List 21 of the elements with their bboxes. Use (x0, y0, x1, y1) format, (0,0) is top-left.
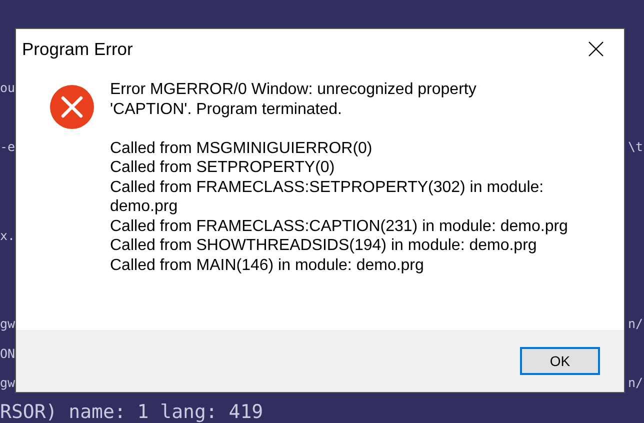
ok-button[interactable]: OK (520, 347, 600, 375)
terminal-text: n/ (628, 374, 643, 392)
error-icon (49, 84, 95, 130)
close-icon[interactable] (588, 41, 604, 57)
terminal-text: gw (0, 315, 16, 333)
error-message: Error MGERROR/0 Window: unrecognized property 'CAPTION'. Program terminated. (110, 80, 478, 119)
terminal-text: x. (0, 226, 16, 244)
call-trace-line: Called from FRAMECLASS:SETPROPERTY(302) in module: demo.prg (110, 178, 545, 216)
terminal-text: ON (0, 344, 16, 362)
terminal-text: RSOR) name: 1 lang: 419 (0, 400, 264, 423)
terminal-text: ou (0, 79, 16, 97)
call-trace-line: Called from MSGMINIGUIERROR(0) (110, 138, 374, 158)
terminal-text: n/ (628, 315, 643, 333)
call-trace-line: Called from SETPROPERTY(0) (110, 158, 336, 178)
call-trace-line: Called from MAIN(146) in module: demo.prg (110, 256, 425, 275)
window-title: Program Error (22, 38, 133, 60)
terminal-text: \t (628, 138, 643, 156)
terminal-text: gw (0, 374, 16, 392)
terminal-text: -e (0, 138, 16, 156)
call-trace-line: Called from SHOWTHREADSIDS(194) in module: demo.prg (110, 236, 538, 256)
call-trace-line: Called from FRAMECLASS:CAPTION(231) in module: demo.prg (110, 216, 569, 236)
